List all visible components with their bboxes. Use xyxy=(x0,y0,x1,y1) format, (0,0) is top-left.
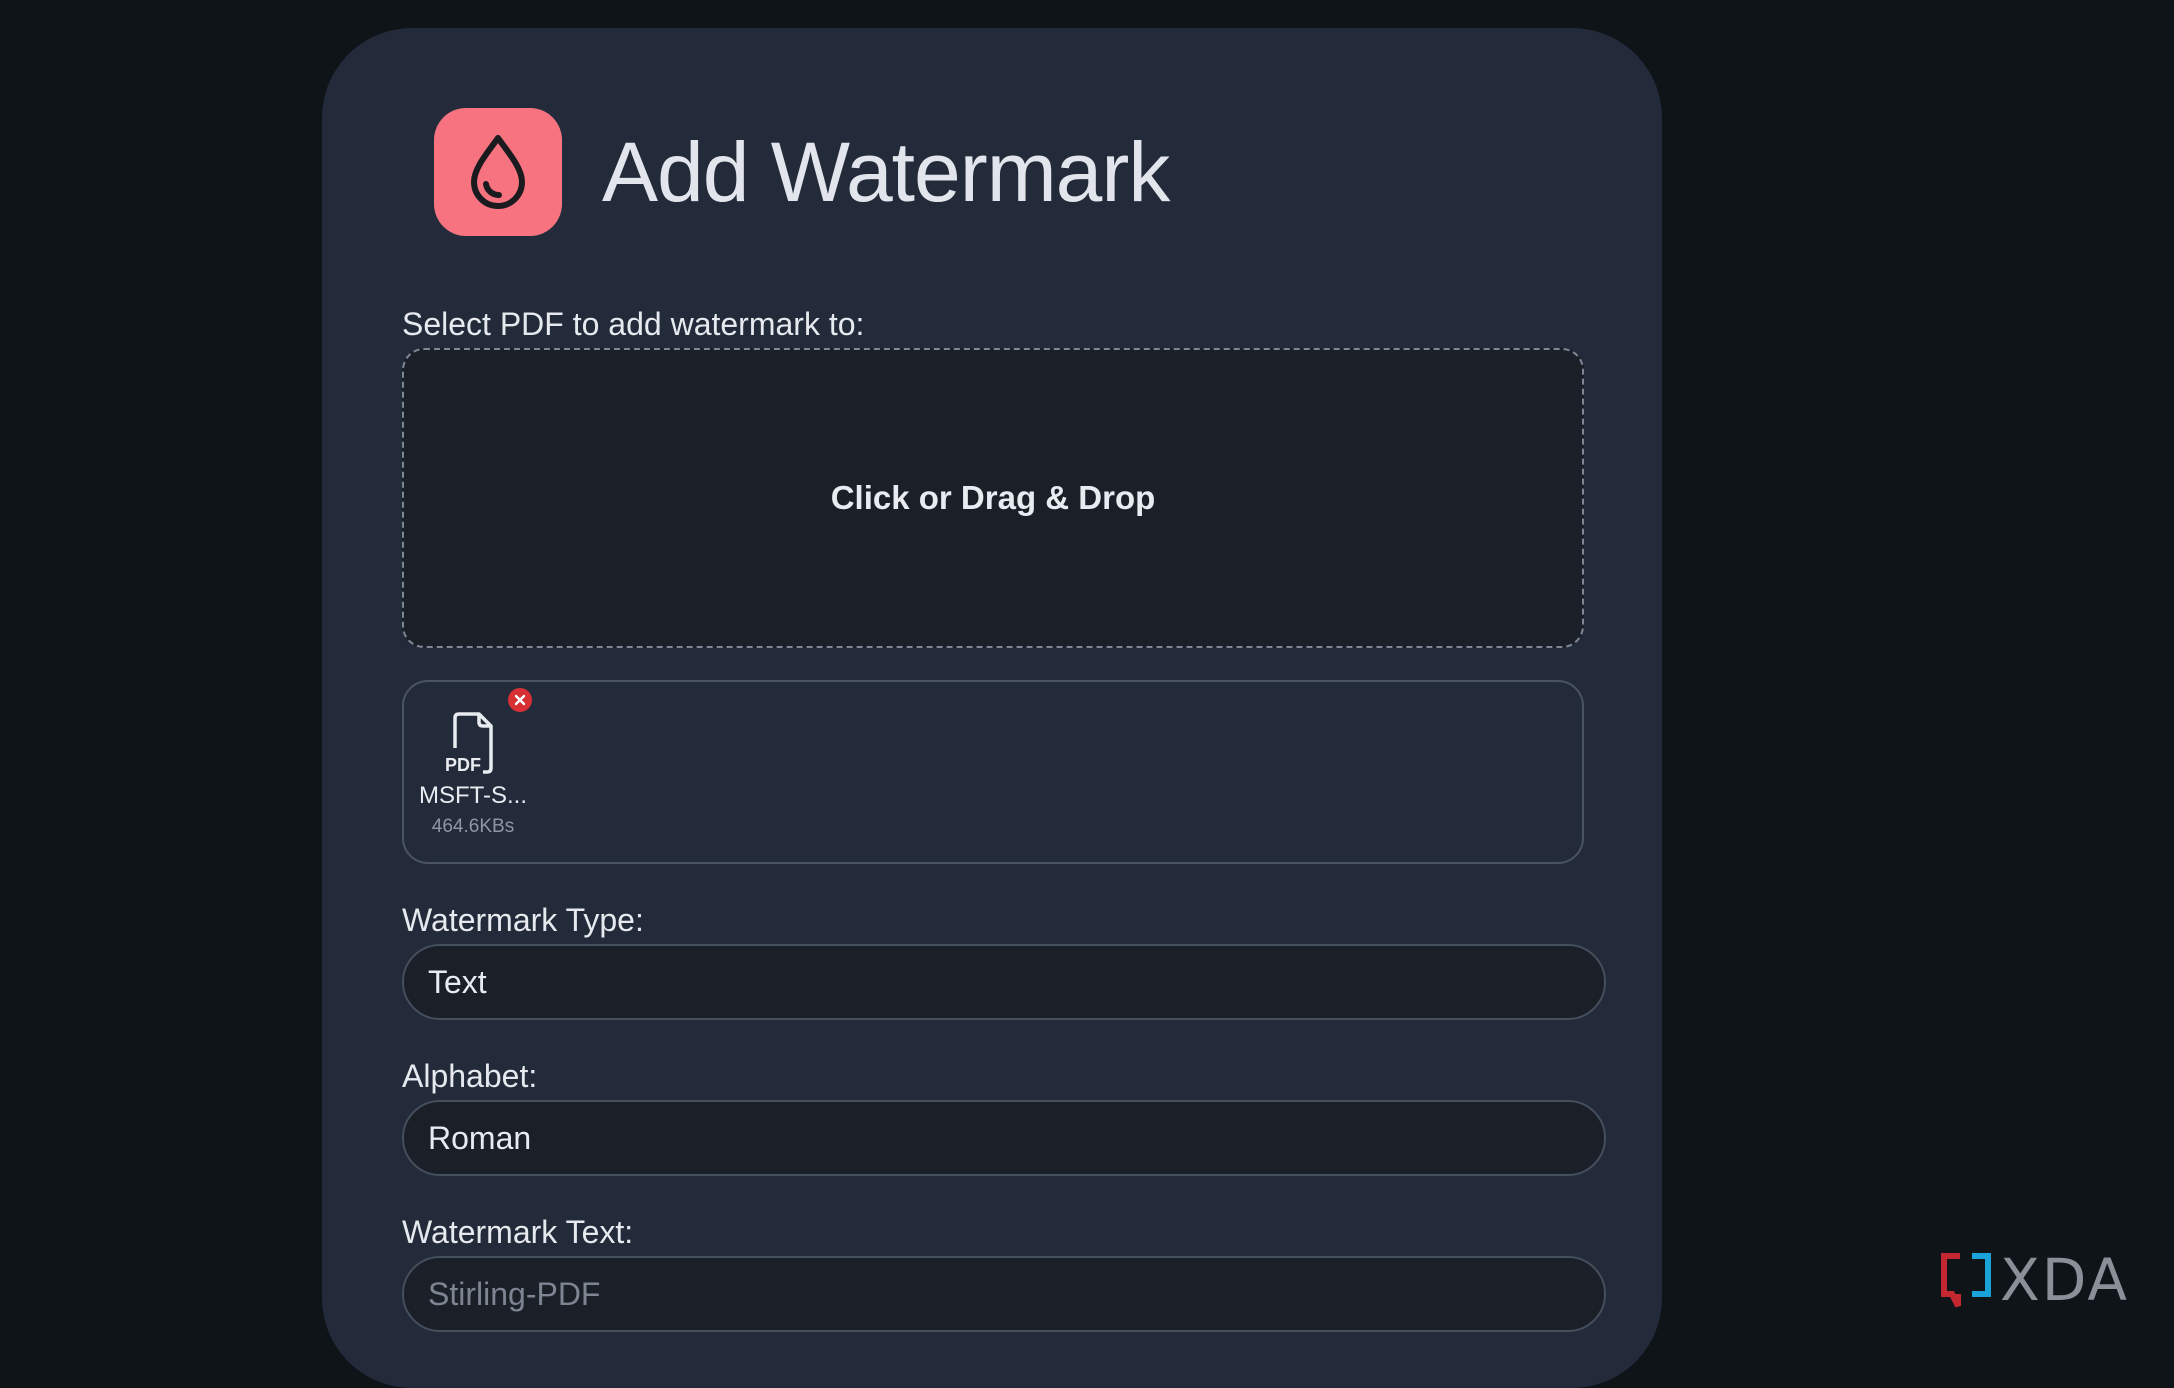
page-title: Add Watermark xyxy=(602,124,1170,219)
page-header: Add Watermark xyxy=(434,108,1170,236)
alphabet-value: Roman xyxy=(428,1119,532,1156)
watermark-card: Add Watermark Select PDF to add watermar… xyxy=(322,28,1662,1388)
watermark-text-input[interactable] xyxy=(428,1275,1528,1313)
select-pdf-label: Select PDF to add watermark to: xyxy=(402,306,865,342)
xda-logo-text: XDA xyxy=(2000,1246,2130,1314)
file-name: MSFT-S... xyxy=(419,782,527,809)
pdf-file-icon: PDF xyxy=(445,712,493,775)
pdf-type-label: PDF xyxy=(445,755,481,775)
alphabet-select[interactable]: Roman xyxy=(402,1100,1606,1176)
xda-logo: XDA xyxy=(1938,1246,2129,1314)
watermark-type-label: Watermark Type: xyxy=(402,902,644,938)
watermark-text-field[interactable] xyxy=(402,1256,1606,1332)
water-drop-icon xyxy=(471,135,525,209)
watermark-text-label: Watermark Text: xyxy=(402,1214,634,1250)
file-dropzone[interactable]: Click or Drag & Drop xyxy=(402,348,1584,648)
selected-files-list: PDF MSFT-S... 464.6KBs xyxy=(402,680,1584,864)
remove-file-button[interactable] xyxy=(508,688,532,712)
watermark-type-value: Text xyxy=(428,963,487,1000)
dropzone-text: Click or Drag & Drop xyxy=(830,479,1156,516)
alphabet-label: Alphabet: xyxy=(402,1058,538,1094)
xda-bracket-icon xyxy=(1941,1253,1991,1308)
file-item[interactable]: PDF MSFT-S... 464.6KBs xyxy=(414,712,532,838)
close-icon xyxy=(514,694,526,706)
watermark-type-select[interactable]: Text xyxy=(402,944,1606,1020)
app-icon xyxy=(434,108,562,236)
file-size: 464.6KBs xyxy=(431,816,515,837)
